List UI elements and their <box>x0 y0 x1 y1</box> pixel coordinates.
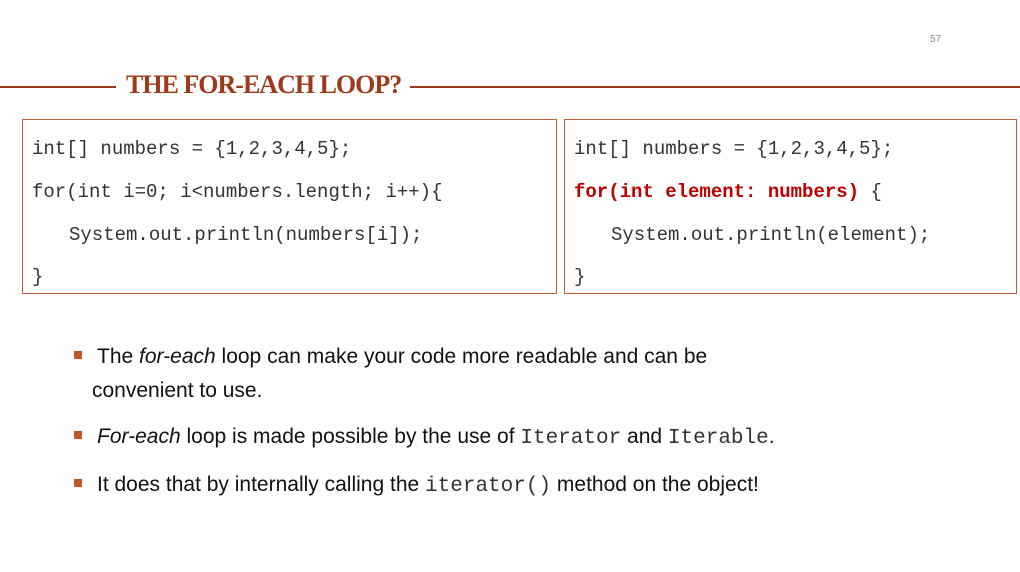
square-bullet-icon <box>74 431 82 439</box>
page-number: 57 <box>930 34 942 45</box>
code-term-iterator-method: iterator() <box>425 475 552 498</box>
bullet-text: The <box>97 345 140 368</box>
square-bullet-icon <box>74 351 82 359</box>
code-line: System.out.println(numbers[i]); <box>69 224 423 246</box>
code-line: } <box>574 266 586 288</box>
code-line: } <box>32 266 44 288</box>
bullet-text-continued: convenient to use. <box>92 379 263 402</box>
bullet-item: The for-each loop can make your code mor… <box>74 340 974 408</box>
bullet-text: and <box>621 425 668 448</box>
code-text: { <box>859 181 882 203</box>
bullet-item: For-each loop is made possible by the us… <box>74 420 974 456</box>
title-rule-left <box>0 86 116 88</box>
bullet-text: . <box>768 425 775 448</box>
code-box-classic-for: int[] numbers = {1,2,3,4,5}; for(int i=0… <box>22 119 557 294</box>
bullet-text: loop can make your code more readable an… <box>215 345 708 368</box>
code-term-iterable: Iterable <box>667 427 769 450</box>
bullet-text: loop is made possible by the use of <box>180 425 521 448</box>
bullet-italic: For-each <box>97 425 181 448</box>
code-keyword: for(int element: numbers) <box>574 181 860 203</box>
bullet-text: It does that by internally calling the <box>97 473 426 496</box>
code-term-iterator: Iterator <box>520 427 622 450</box>
code-box-for-each: int[] numbers = {1,2,3,4,5}; for(int ele… <box>564 119 1017 294</box>
bullet-italic: for-each <box>139 345 216 368</box>
code-line: for(int i=0; i<numbers.length; i++){ <box>32 181 443 203</box>
slide-title: THE FOR-EACH LOOP? <box>126 70 402 99</box>
bullet-item: It does that by internally calling the i… <box>74 468 974 504</box>
title-rule-right <box>410 86 1020 88</box>
code-line: int[] numbers = {1,2,3,4,5}; <box>32 138 352 160</box>
bullet-list: The for-each loop can make your code mor… <box>74 340 974 516</box>
code-line: for(int element: numbers) { <box>574 181 882 203</box>
code-line: System.out.println(element); <box>611 224 931 246</box>
square-bullet-icon <box>74 479 82 487</box>
bullet-text: method on the object! <box>551 473 759 496</box>
code-line: int[] numbers = {1,2,3,4,5}; <box>574 138 894 160</box>
